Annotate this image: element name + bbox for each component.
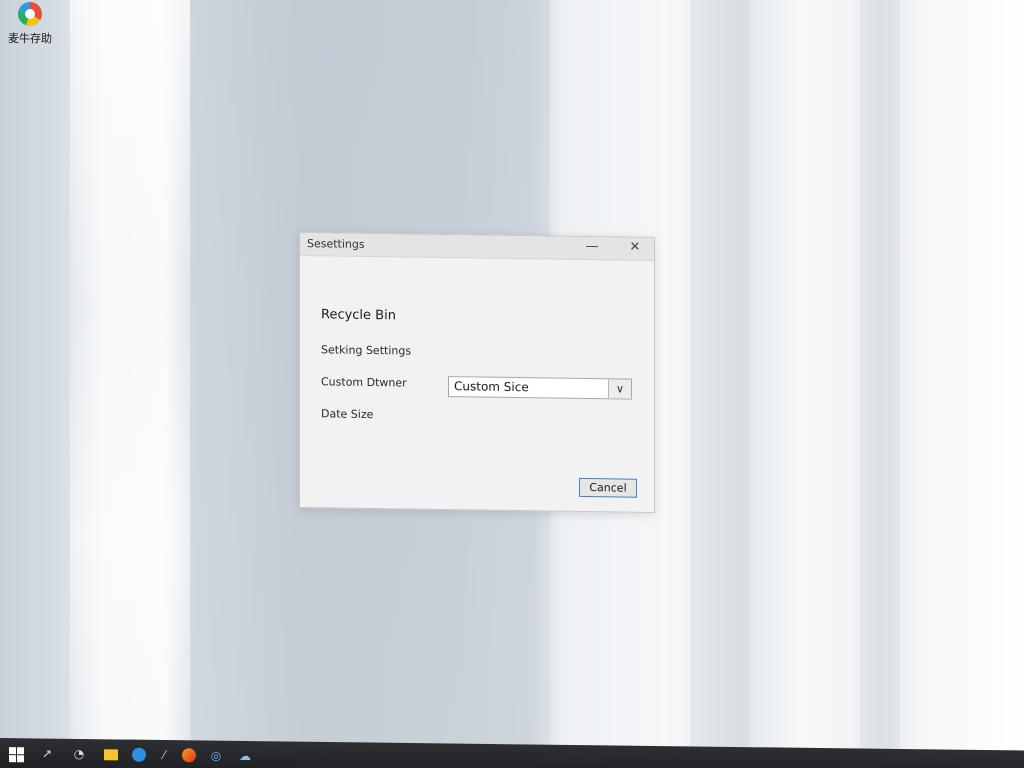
shadow-band	[690, 0, 750, 768]
size-label: Date Size	[321, 407, 374, 422]
cancel-button[interactable]: Cancel	[579, 477, 637, 498]
section-heading: Recycle Bin	[321, 307, 396, 324]
size-dropdown[interactable]: Custom Sice ∨	[448, 376, 632, 400]
pen-icon[interactable]: ⁄	[155, 746, 173, 764]
desktop: 麦牛存助 Sesettings — ✕ Recycle Bin Setking …	[0, 0, 1024, 768]
size-dropdown-value: Custom Sice	[454, 379, 529, 395]
desktop-shortcut[interactable]: 麦牛存助	[4, 2, 56, 46]
custom-owner-label: Custom Dtwner	[321, 375, 407, 390]
browser-icon[interactable]: ◎	[207, 747, 225, 765]
shadow-band	[860, 0, 900, 768]
folder-icon[interactable]	[102, 745, 120, 763]
globe-icon[interactable]	[130, 746, 148, 764]
windows-icon[interactable]	[7, 744, 25, 763]
dialog-titlebar[interactable]: Sesettings — ✕	[300, 233, 654, 261]
desktop-shortcut-label: 麦牛存助	[8, 32, 52, 45]
setting-label: Setking Settings	[321, 343, 412, 358]
app-logo-icon	[18, 2, 42, 26]
chevron-down-icon[interactable]: ∨	[608, 379, 631, 399]
clock-icon[interactable]: ◔	[70, 745, 88, 763]
chart-icon[interactable]: ↗	[38, 744, 56, 762]
settings-dialog: Sesettings — ✕ Recycle Bin Setking Setti…	[299, 232, 655, 513]
close-button[interactable]: ✕	[618, 237, 652, 259]
dialog-title: Sesettings	[307, 237, 365, 251]
minimize-button[interactable]: —	[575, 237, 609, 259]
taskbar: ↗ ◔ ⁄ ◎ ☁	[0, 738, 1024, 768]
cloud-icon[interactable]: ☁	[236, 747, 254, 765]
light-streak	[70, 0, 190, 768]
firefox-icon[interactable]	[180, 746, 198, 764]
